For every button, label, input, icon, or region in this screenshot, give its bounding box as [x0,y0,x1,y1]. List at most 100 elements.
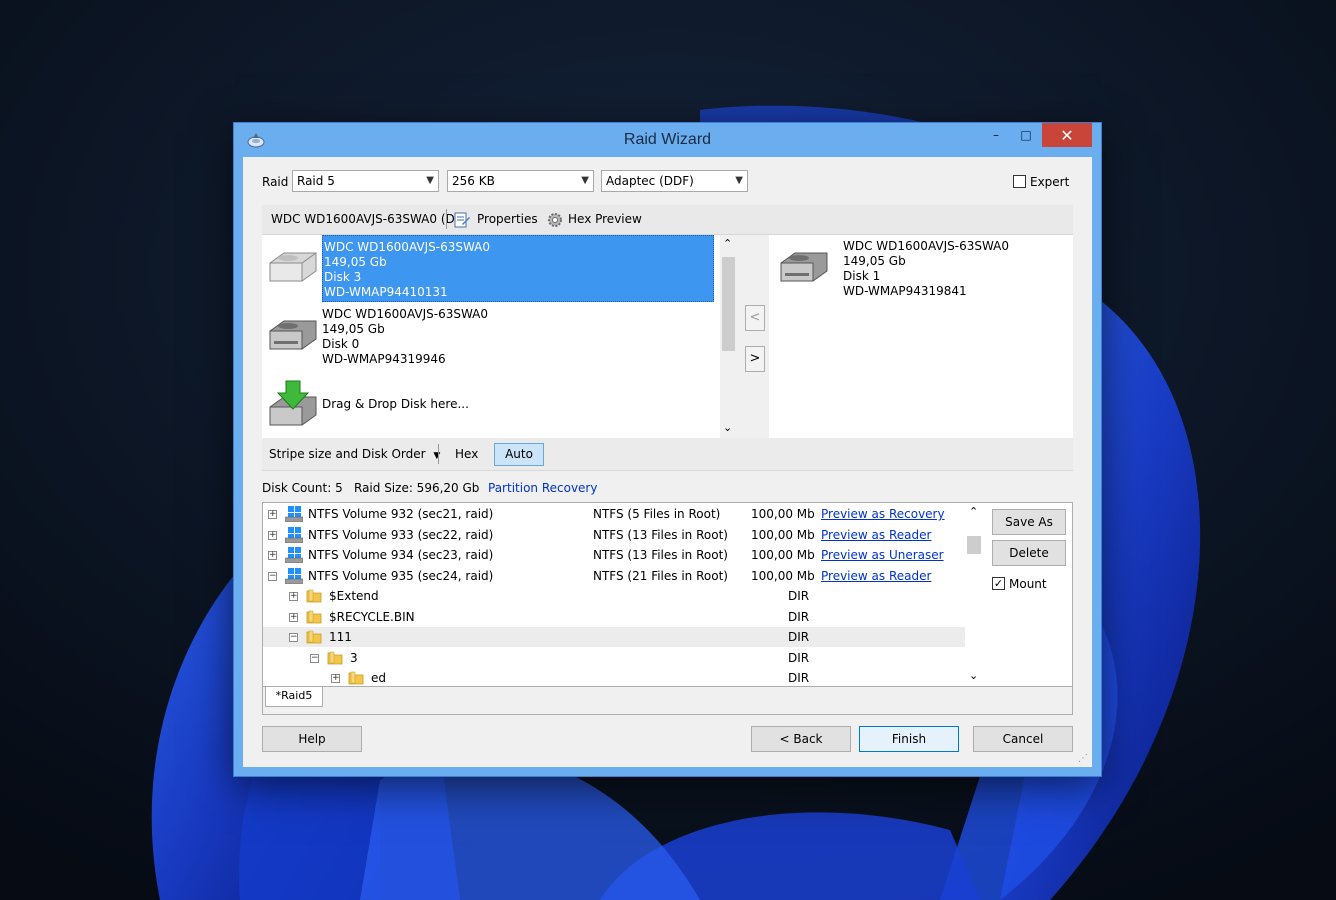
partition-tree[interactable]: + NTFS Volume 932 (sec21, raid) NTFS (5 Fi… [262,502,1073,687]
tab-stripe-order[interactable]: Stripe size and Disk Order ▼ [269,447,440,461]
available-disks-list[interactable]: WDC WD1600AVJS-63SWA0 149,05 Gb Disk 3 W… [262,235,737,438]
tree-row-volume[interactable]: − NTFS Volume 935 (sec24, raid) NTFS (21 F… [263,566,968,586]
volume-icon [285,506,303,522]
layout-select[interactable]: Adaptec (DDF) ▼ [601,170,748,192]
maximize-button[interactable]: □ [1013,123,1039,147]
scroll-down-icon[interactable]: ⌄ [723,421,732,434]
move-left-button[interactable]: < [745,305,765,331]
collapse-icon[interactable]: − [268,571,277,581]
tree-row-volume[interactable]: + NTFS Volume 932 (sec21, raid) NTFS (5 Fi… [263,504,968,524]
mount-checkbox[interactable]: ✓ [992,577,1005,590]
volume-icon [285,547,303,563]
raid-disks-list[interactable]: WDC WD1600AVJS-63SWA0 149,05 Gb Disk 1 W… [769,235,1073,438]
drop-hint: Drag & Drop Disk here... [322,397,469,411]
selected-disk-highlight: WDC WD1600AVJS-63SWA0 149,05 Gb Disk 3 W… [322,235,714,302]
drop-target[interactable]: Drag & Drop Disk here... [262,375,722,445]
scroll-up-icon[interactable]: ⌃ [969,505,978,518]
expand-icon[interactable]: + [289,612,298,622]
disk-number: Disk 1 [843,269,881,283]
delete-button[interactable]: Delete [992,540,1066,566]
disk-count: Disk Count: 5 [262,481,343,495]
tree-item-name: 3 [350,650,358,665]
finish-button[interactable]: Finish [859,726,959,752]
cancel-button[interactable]: Cancel [973,726,1073,752]
tree-item-size: 100,00 Mb [751,507,815,521]
collapse-icon[interactable]: − [310,653,319,663]
tree-item-name: NTFS Volume 935 (sec24, raid) [308,568,494,583]
resize-grip[interactable]: ⋰ [1078,753,1088,764]
tree-row-volume[interactable]: + NTFS Volume 934 (sec23, raid) NTFS (13 F… [263,545,968,565]
raid-disk-item-disk-1[interactable]: WDC WD1600AVJS-63SWA0 149,05 Gb Disk 1 W… [769,235,1069,305]
chevron-down-icon: ▼ [735,175,743,186]
scroll-up-icon[interactable]: ⌃ [723,237,732,250]
preview-link[interactable]: Preview as Reader [821,525,931,545]
folder-icon [306,610,322,623]
divider [446,209,447,229]
expand-icon[interactable]: + [268,530,277,540]
raid-tab-strip: *Raid5 [262,687,1073,715]
title-bar[interactable]: Raid Wizard – □ ✕ [234,123,1101,157]
scroll-thumb[interactable] [967,536,981,554]
layout-value: Adaptec (DDF) [606,174,694,188]
disk-number: Disk 3 [324,270,362,284]
expand-icon[interactable]: + [268,551,277,560]
minimize-button[interactable]: – [983,123,1009,147]
tree-scrollbar[interactable]: ⌃ ⌄ [965,503,983,686]
expand-icon[interactable]: + [331,674,340,683]
scroll-down-icon[interactable]: ⌄ [969,669,978,682]
partition-recovery-link[interactable]: Partition Recovery [488,481,597,495]
tree-row-folder[interactable]: − 3 DIR [263,648,968,668]
help-button[interactable]: Help [262,726,362,752]
hex-preview-button[interactable]: Hex Preview [546,209,646,231]
mount-label: Mount [1009,577,1047,591]
preview-link[interactable]: Preview as Recovery [821,504,945,524]
tree-item-size: 100,00 Mb [751,548,815,562]
tab-hex[interactable]: Hex [455,447,478,461]
tab-raid5[interactable]: *Raid5 [265,687,323,707]
preview-link[interactable]: Preview as Reader [821,566,931,586]
tree-item-name: NTFS Volume 934 (sec23, raid) [308,548,494,562]
raid-type-select[interactable]: Raid 5 ▼ [292,170,439,192]
disk-details: WDC WD1600AVJS-63SWA0 149,05 Gb Disk 3 W… [324,240,490,300]
raid-label: Raid [262,175,289,189]
expert-checkbox[interactable] [1013,175,1026,188]
tree-row-folder[interactable]: + $RECYCLE.BIN DIR [263,607,968,627]
move-right-button[interactable]: > [745,346,765,372]
tab-auto[interactable]: Auto [494,443,544,466]
tree-item-type: NTFS (21 Files in Root) [593,568,728,583]
expand-icon[interactable]: + [268,510,277,519]
tree-item-name: ed [371,671,386,685]
disk-serial: WD-WMAP94319946 [322,352,446,366]
hard-disk-icon [269,320,317,350]
tree-row-volume[interactable]: + NTFS Volume 933 (sec22, raid) NTFS (13 F… [263,525,968,545]
close-button[interactable]: ✕ [1042,123,1092,147]
collapse-icon[interactable]: − [289,633,298,642]
disk-model: WDC WD1600AVJS-63SWA0 [843,239,1010,253]
stripe-size-select[interactable]: 256 KB ▼ [447,170,594,192]
disk-list-scrollbar[interactable]: ⌃ ⌄ [720,235,737,438]
tree-item-type: NTFS (5 Files in Root) [593,507,721,521]
tree-item-size: 100,00 Mb [751,527,815,542]
selected-disk-name: WDC WD1600AVJS-63SWA0 (D [271,212,455,226]
save-as-button[interactable]: Save As [992,509,1066,535]
tree-row-folder[interactable]: + $Extend DIR [263,586,968,606]
preview-link[interactable]: Preview as Uneraser [821,545,944,565]
scroll-thumb[interactable] [722,257,735,351]
expand-icon[interactable]: + [289,592,298,601]
dialog-client-area: Raid Raid 5 ▼ 256 KB ▼ Adaptec (DDF) ▼ E… [243,157,1092,767]
disk-size: 149,05 Gb [843,254,906,268]
tree-item-size: DIR [788,589,810,603]
disk-item-disk-3[interactable]: WDC WD1600AVJS-63SWA0 149,05 Gb Disk 3 W… [262,235,722,305]
hex-preview-label: Hex Preview [568,212,642,226]
tree-row-folder[interactable]: − 111 DIR [263,627,968,647]
tree-item-name: $RECYCLE.BIN [329,609,415,624]
tree-item-type: NTFS (13 Files in Root) [593,527,728,542]
back-button[interactable]: < Back [751,726,851,752]
drop-disk-icon [269,380,317,426]
disk-size: 149,05 Gb [322,322,385,336]
tree-item-name: NTFS Volume 932 (sec21, raid) [308,507,494,521]
disk-item-disk-0[interactable]: WDC WD1600AVJS-63SWA0 149,05 Gb Disk 0 W… [262,303,722,373]
disk-model: WDC WD1600AVJS-63SWA0 [324,240,491,254]
tree-row-folder[interactable]: + ed DIR [263,668,968,686]
properties-button[interactable]: Properties [453,209,545,231]
